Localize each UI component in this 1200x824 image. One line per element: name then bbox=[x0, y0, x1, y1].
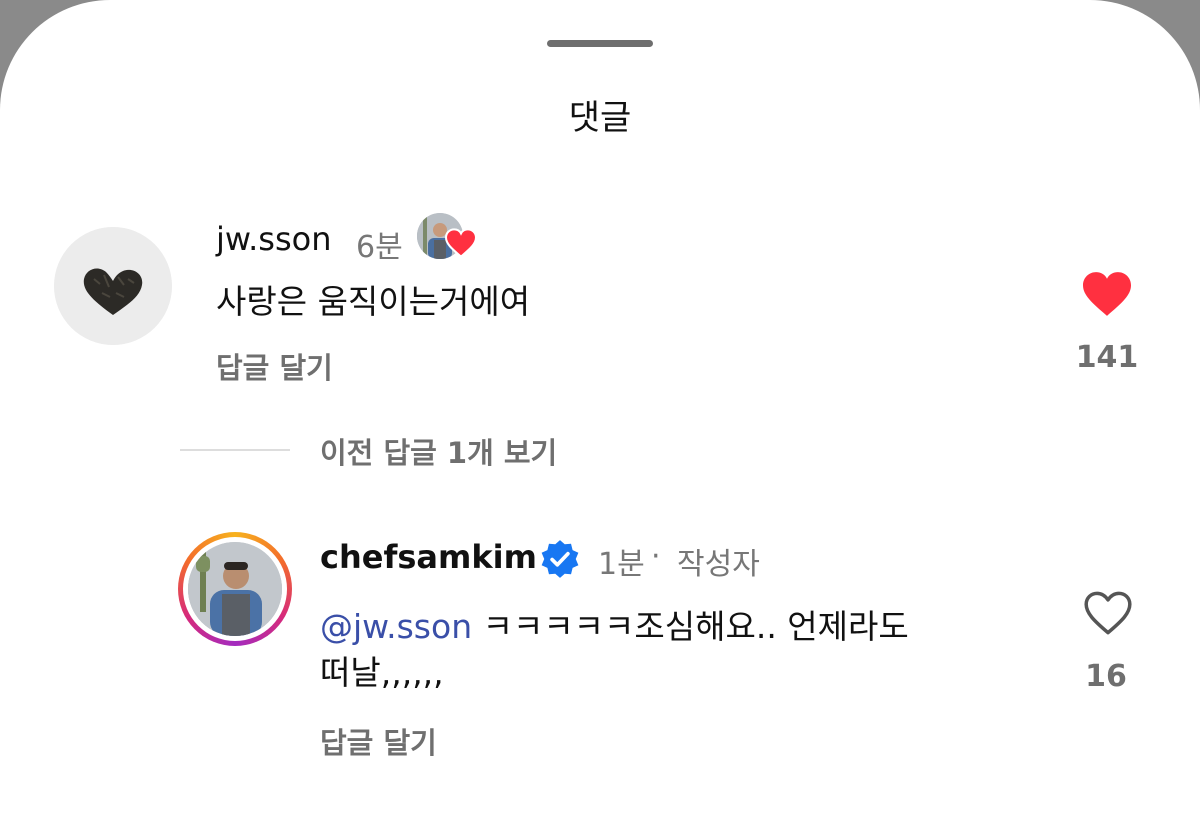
reply-text-line2: 떠날,,,,,, bbox=[320, 653, 444, 692]
comment-text: 사랑은 움직이는거에여 bbox=[216, 282, 531, 321]
author-tag: 작성자 bbox=[677, 547, 760, 582]
avatar bbox=[188, 542, 282, 636]
story-ring-avatar[interactable] bbox=[178, 532, 292, 646]
like-count: 141 bbox=[1075, 340, 1139, 375]
sheet-drag-handle[interactable] bbox=[547, 40, 653, 47]
meta-separator: · bbox=[651, 539, 661, 574]
avatar[interactable] bbox=[54, 227, 172, 345]
reply-username[interactable]: chefsamkim bbox=[320, 538, 537, 576]
mention-link[interactable]: @jw.sson bbox=[320, 607, 472, 646]
like-count: 16 bbox=[1085, 659, 1127, 694]
author-liked-heart-icon bbox=[444, 228, 478, 258]
comments-sheet: 댓글 jw.sson 6분 사랑은 움직이는거에여 답글 달기 141 이전 답… bbox=[0, 0, 1200, 824]
sheet-title: 댓글 bbox=[568, 98, 632, 138]
reply-button[interactable]: 답글 달기 bbox=[320, 720, 437, 762]
reply-text: @jw.sson ㅋㅋㅋㅋㅋ조심해요.. 언제라도 떠날,,,,,, bbox=[320, 604, 909, 696]
heart-object-image bbox=[54, 227, 172, 345]
comment-time: 6분 bbox=[356, 230, 403, 265]
like-heart-icon[interactable] bbox=[1080, 270, 1134, 318]
verified-badge-icon bbox=[541, 540, 579, 578]
reply-text-line1: ㅋㅋㅋㅋㅋ조심해요.. 언제라도 bbox=[472, 607, 909, 646]
view-previous-replies-button[interactable]: 이전 답글 1개 보기 bbox=[320, 430, 557, 472]
thread-divider bbox=[180, 449, 290, 451]
reply-button[interactable]: 답글 달기 bbox=[216, 345, 333, 387]
comment-username[interactable]: jw.sson bbox=[216, 220, 332, 258]
reply-time: 1분 bbox=[598, 547, 645, 582]
like-heart-outline-icon[interactable] bbox=[1081, 589, 1135, 637]
